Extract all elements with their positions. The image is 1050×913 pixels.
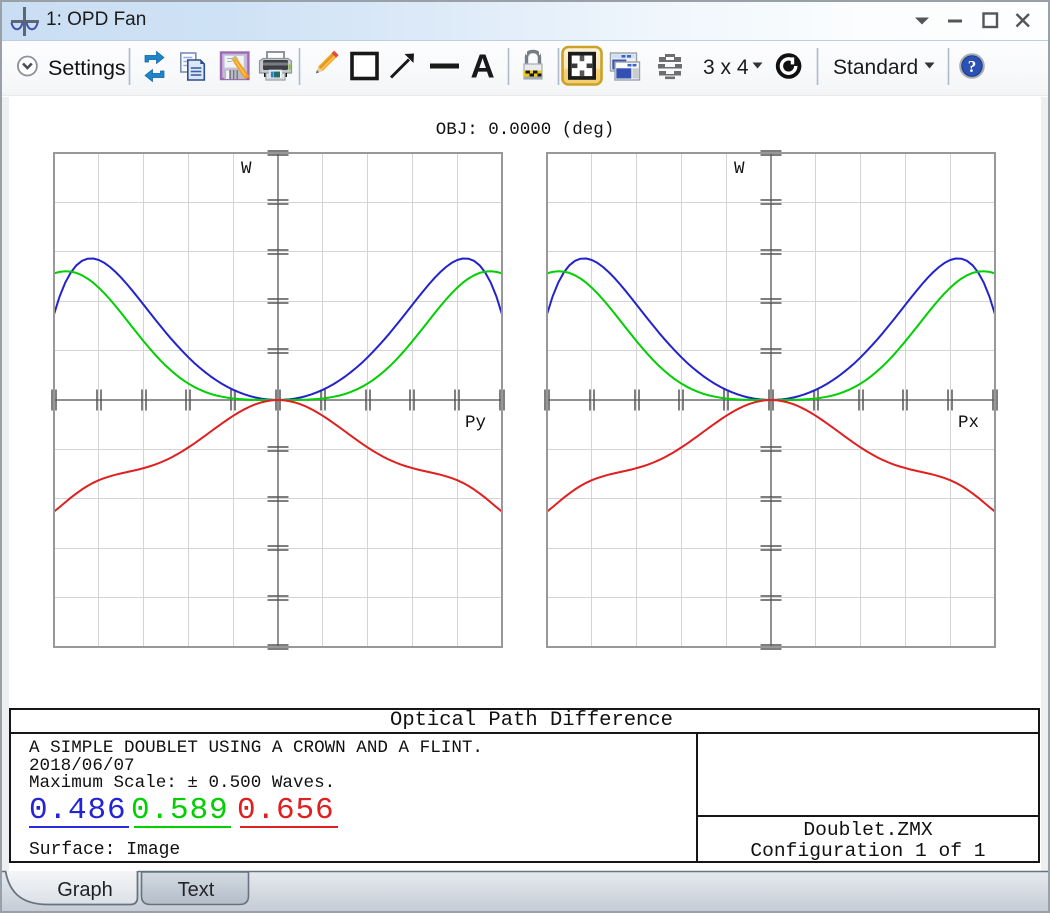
svg-text:Py: Py	[465, 413, 486, 433]
svg-text:W: W	[734, 159, 745, 179]
svg-text:W: W	[241, 159, 252, 179]
svg-text:Text: Text	[178, 879, 215, 901]
svg-text:Graph: Graph	[57, 879, 113, 901]
svg-text:Px: Px	[958, 413, 979, 433]
